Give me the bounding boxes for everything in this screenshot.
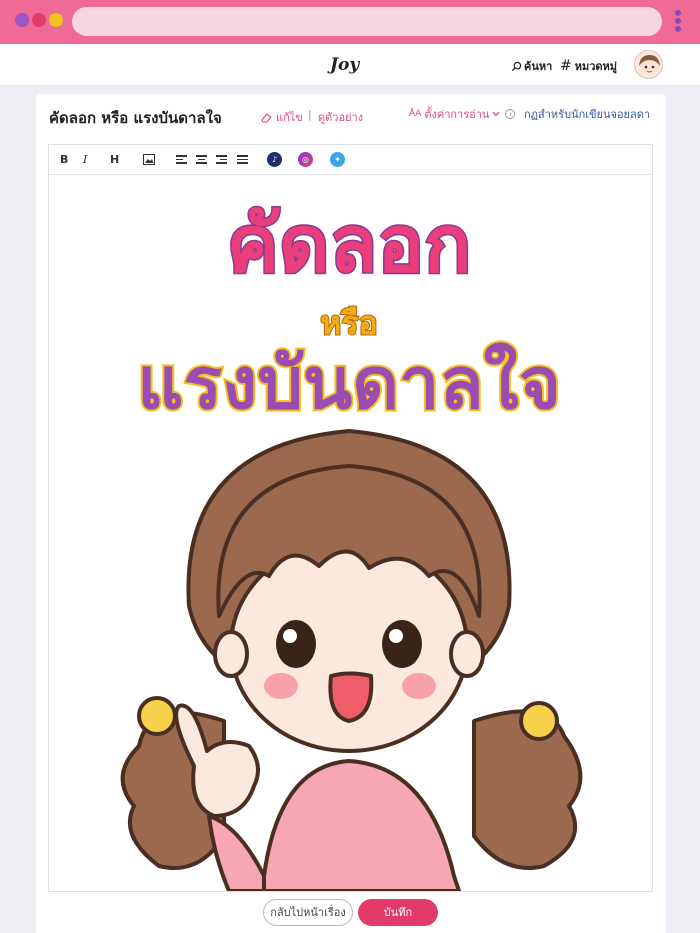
search-icon xyxy=(511,61,522,71)
window-dot-red[interactable] xyxy=(32,13,46,27)
twitter-icon[interactable]: ✦ xyxy=(330,152,345,167)
tiktok-icon[interactable]: ♪ xyxy=(267,152,282,167)
browser-menu-icon[interactable] xyxy=(673,10,683,34)
cover-subline: แรงบันดาลใจ xyxy=(137,341,561,425)
font-size-icon: ÅA xyxy=(409,109,422,119)
nav-search[interactable]: ค้นหา xyxy=(511,57,552,75)
editor-card: คัดลอก หรือ แรงบันดาลใจ แก้ไข | ดูตัวอย่… xyxy=(36,94,666,933)
window-dot-purple[interactable] xyxy=(15,13,29,27)
chevron-down-icon xyxy=(492,111,500,117)
window-dot-yellow[interactable] xyxy=(49,13,63,27)
link-separator: | xyxy=(308,108,312,121)
back-to-story-button[interactable]: กลับไปหน้าเรื่อง xyxy=(263,899,353,926)
edit-label: แก้ไข xyxy=(276,111,303,124)
eraser-icon xyxy=(261,112,272,123)
site-header: Joy ค้นหา # หมวดหมู่ xyxy=(0,44,700,86)
reading-settings-dropdown[interactable]: ÅA ตั้งค่าการอ่าน i xyxy=(409,105,516,123)
italic-button[interactable]: I xyxy=(83,153,87,167)
browser-chrome xyxy=(0,0,700,44)
instagram-icon[interactable]: ◎ xyxy=(298,152,313,167)
heading-button[interactable]: H xyxy=(110,153,119,167)
nav-category-label: หมวดหมู่ xyxy=(574,60,618,73)
site-logo[interactable]: Joy xyxy=(330,55,359,75)
hashtag-icon: # xyxy=(560,57,572,74)
nav-search-label: ค้นหา xyxy=(524,60,553,73)
nav-category[interactable]: # หมวดหมู่ xyxy=(560,57,617,75)
align-left-icon[interactable] xyxy=(176,155,187,164)
cover-title: คัดลอก คัดลอก หรือ หรือ แรงบันดาลใจ แรงบ… xyxy=(128,191,570,434)
bold-button[interactable]: B xyxy=(60,153,68,167)
cover-connector: หรือ xyxy=(320,304,378,342)
image-icon[interactable] xyxy=(143,154,155,165)
edit-link[interactable]: แก้ไข xyxy=(261,108,303,126)
preview-link[interactable]: ดูตัวอย่าง xyxy=(318,108,363,126)
reading-settings-label: ตั้งค่าการอ่าน xyxy=(424,108,490,121)
writer-rules-link[interactable]: กฏสำหรับนักเขียนจอยลดา xyxy=(524,105,650,123)
save-button[interactable]: บันทึก xyxy=(358,899,438,926)
user-avatar[interactable] xyxy=(634,50,663,79)
align-center-icon[interactable] xyxy=(196,155,207,164)
info-icon[interactable]: i xyxy=(505,109,516,119)
align-justify-icon[interactable] xyxy=(237,155,248,164)
document-title: คัดลอก หรือ แรงบันดาลใจ xyxy=(49,109,222,127)
address-bar[interactable] xyxy=(72,7,662,36)
editor-toolbar: B I H ♪ ◎ ✦ xyxy=(49,145,652,175)
cover-headline: คัดลอก xyxy=(227,200,472,290)
rich-text-editor[interactable]: B I H ♪ ◎ ✦ คัดลอก คัดลอก หรือ หรือ แรงบ… xyxy=(48,144,653,892)
align-right-icon[interactable] xyxy=(216,155,227,164)
cover-image: คัดลอก คัดลอก หรือ หรือ แรงบันดาลใจ แรงบ… xyxy=(49,176,652,891)
girl-illustration xyxy=(120,429,583,891)
